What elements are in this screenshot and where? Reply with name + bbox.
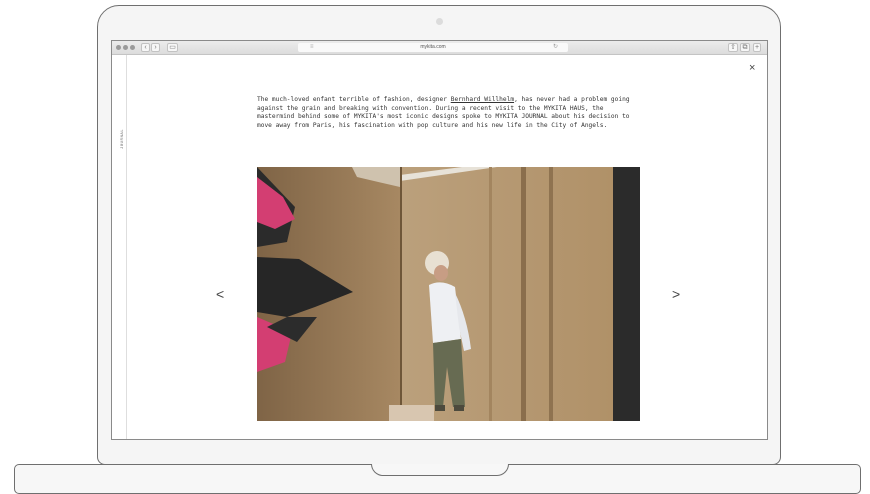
next-arrow-icon[interactable]: > — [672, 287, 680, 301]
close-window-dot[interactable] — [116, 45, 121, 50]
designer-link[interactable]: Bernhard Willhelm — [451, 96, 514, 103]
close-icon[interactable]: × — [749, 62, 755, 74]
new-tab-button[interactable]: + — [753, 43, 761, 52]
forward-button[interactable]: › — [151, 43, 160, 52]
browser-toolbar: ‹ › ▭ ≡ mykita.com ↻ ⇧ ⧉ + — [112, 41, 767, 55]
screen: ‹ › ▭ ≡ mykita.com ↻ ⇧ ⧉ + JOURNAL × The… — [111, 40, 768, 440]
tabs-icon[interactable]: ⧉ — [740, 43, 750, 52]
share-icon[interactable]: ⇧ — [728, 43, 738, 52]
address-bar[interactable]: ≡ mykita.com ↻ — [298, 43, 568, 52]
prev-arrow-icon[interactable]: < — [216, 287, 224, 301]
sidebar-icon[interactable]: ▭ — [167, 43, 178, 52]
reload-icon[interactable]: ↻ — [553, 43, 558, 52]
laptop-notch — [371, 464, 509, 476]
sidebar-divider — [126, 55, 127, 439]
url-text: mykita.com — [420, 44, 446, 50]
journal-label[interactable]: JOURNAL — [121, 124, 125, 154]
back-button[interactable]: ‹ — [141, 43, 150, 52]
gallery-photo — [257, 167, 640, 421]
intro-before-link: The much-loved enfant terrible of fashio… — [257, 96, 451, 103]
intro-text: The much-loved enfant terrible of fashio… — [257, 96, 633, 130]
zoom-window-dot[interactable] — [130, 45, 135, 50]
photo-illustration — [257, 167, 640, 421]
camera — [436, 18, 443, 25]
minimize-window-dot[interactable] — [123, 45, 128, 50]
